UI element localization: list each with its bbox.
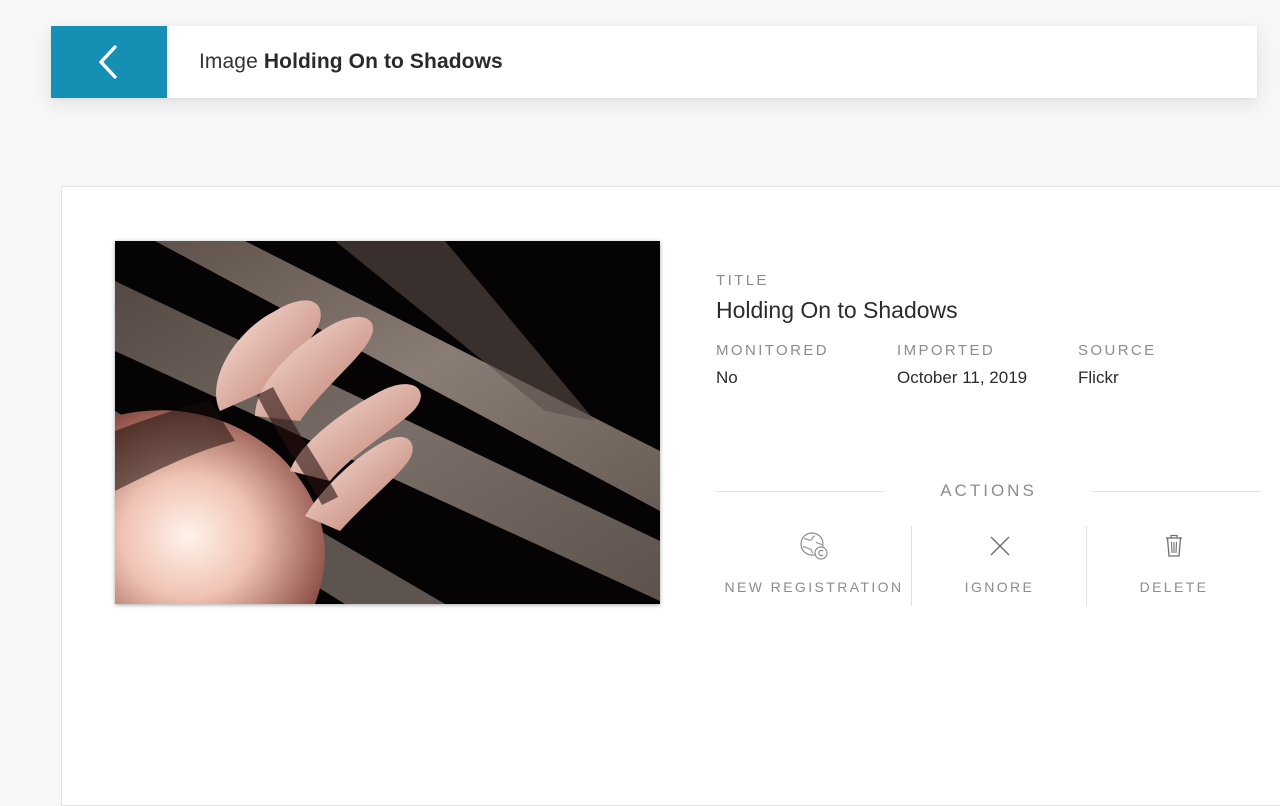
ignore-button[interactable]: IGNORE [913,526,1086,606]
back-button[interactable] [51,26,167,98]
chevron-left-icon [99,45,117,79]
photo-artwork [115,241,660,604]
monitored-field: MONITORED No [716,342,897,388]
actions-header: ACTIONS [716,478,1261,504]
monitored-value: No [716,368,738,387]
delete-button[interactable]: DELETE [1087,526,1261,606]
source-field: SOURCE Flickr [1078,342,1228,388]
title-label: TITLE [716,272,769,289]
trash-icon [1166,534,1182,557]
actions-rule-right [1092,491,1261,492]
new-registration-button[interactable]: NEW REGISTRATION [716,526,912,606]
monitored-label: MONITORED [716,342,829,359]
source-value: Flickr [1078,368,1119,387]
new-registration-label: NEW REGISTRATION [724,579,904,595]
imported-value: October 11, 2019 [897,368,1028,387]
ignore-label: IGNORE [964,579,1035,595]
title-value: Holding On to Shadows [716,297,958,323]
delete-label: DELETE [1139,579,1209,595]
page-title: Image Holding On to Shadows [199,50,503,74]
imported-field: IMPORTED October 11, 2019 [897,342,1078,388]
image-details: TITLE Holding On to Shadows MONITORED No… [716,272,1261,388]
actions-bar: NEW REGISTRATION IGNORE DELETE [716,526,1261,606]
action-divider [911,526,912,606]
close-icon [990,536,1009,556]
globe-copyright-icon [800,532,828,560]
imported-label: IMPORTED [897,342,996,359]
page-title-name: Holding On to Shadows [263,50,503,73]
header-bar: Image Holding On to Shadows [51,26,1257,98]
metadata-row: MONITORED No IMPORTED October 11, 2019 S… [716,342,1261,388]
image-preview[interactable] [115,241,660,604]
page-title-prefix: Image [199,50,258,73]
source-label: SOURCE [1078,342,1157,359]
